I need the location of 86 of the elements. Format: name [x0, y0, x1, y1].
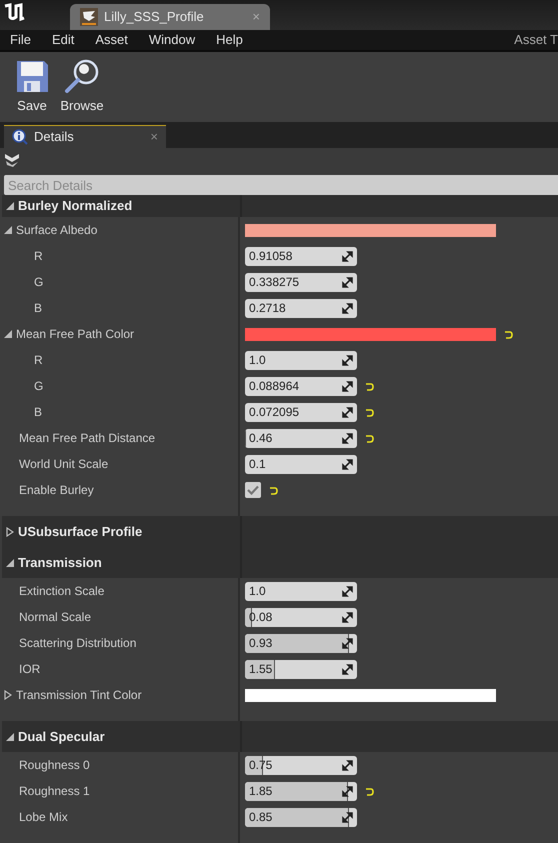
number-field[interactable]: 1.0 [245, 582, 357, 600]
drag-arrows-icon [342, 638, 353, 648]
property-label: G [34, 378, 44, 395]
drag-arrows-icon [342, 458, 353, 470]
property-label: R [34, 352, 43, 369]
number-field[interactable]: 0.91058 [245, 246, 357, 266]
asset-icon [80, 8, 98, 26]
property-label: World Unit Scale [19, 456, 108, 473]
checkbox[interactable] [245, 482, 261, 498]
details-tab[interactable]: Details × [4, 125, 166, 148]
drag-arrows-icon [342, 664, 353, 674]
section-title[interactable]: Dual Specular [18, 726, 105, 746]
property-label: Mean Free Path Distance [19, 430, 156, 447]
reset-icon[interactable] [504, 330, 513, 338]
search-field[interactable]: Search Details [4, 175, 558, 195]
menu-item[interactable]: Window [148, 30, 196, 50]
color-swatch[interactable] [245, 328, 496, 340]
property-label: G [34, 274, 44, 291]
document-tab[interactable]: Lilly_SSS_Profile × [70, 4, 270, 30]
expanded-arrow-icon[interactable] [4, 226, 12, 234]
number-field[interactable]: 0.072095 [245, 402, 357, 422]
number-field[interactable]: 0.088964 [245, 376, 357, 396]
collapsed-arrow-icon[interactable] [6, 526, 14, 536]
drag-arrows-icon [342, 612, 353, 622]
property-label: Normal Scale [19, 609, 92, 626]
save-button[interactable]: Save [10, 58, 54, 116]
drag-arrows-icon [342, 786, 353, 796]
drag-arrows-icon [342, 432, 353, 444]
number-field[interactable]: 0.2718 [245, 298, 357, 318]
expanded-arrow-icon[interactable] [4, 330, 12, 338]
property-label: Extinction Scale [19, 583, 104, 600]
expanded-arrow-icon[interactable] [6, 558, 14, 566]
number-field[interactable]: 0.338275 [245, 272, 357, 292]
number-field[interactable]: 0.85 [245, 808, 357, 826]
filter-icon[interactable] [4, 152, 20, 168]
color-swatch[interactable] [245, 688, 496, 702]
reset-icon[interactable] [269, 486, 278, 494]
drag-arrows-icon [342, 406, 353, 418]
property-label: Roughness 0 [19, 757, 90, 774]
drag-arrows-icon [342, 380, 353, 392]
property-label: B [34, 300, 42, 317]
menu-item[interactable]: Asset [95, 30, 128, 50]
property-label: Surface Albedo [16, 222, 98, 239]
color-swatch[interactable] [245, 224, 496, 236]
number-field[interactable]: 0.46 [245, 428, 357, 448]
property-label: R [34, 248, 43, 265]
drag-arrows-icon [342, 250, 353, 262]
tab-title: Details [34, 128, 75, 146]
info-magnifier-icon [12, 129, 28, 145]
drag-arrows-icon [342, 302, 353, 314]
expanded-arrow-icon[interactable] [6, 732, 14, 740]
section-title[interactable]: USubsurface Profile [18, 522, 142, 542]
expanded-arrow-icon[interactable] [6, 202, 14, 210]
tab-title: Lilly_SSS_Profile [104, 8, 205, 26]
number-field[interactable]: 1.55 [245, 660, 357, 678]
property-label: Lobe Mix [19, 809, 68, 826]
menu-item[interactable]: Edit [52, 30, 74, 50]
drag-arrows-icon [342, 760, 353, 770]
property-label: B [34, 404, 42, 421]
drag-arrows-icon [342, 812, 353, 822]
number-field[interactable]: 0.1 [245, 454, 357, 474]
collapsed-arrow-icon[interactable] [4, 690, 12, 700]
drag-arrows-icon [342, 276, 353, 288]
asset-type-label: Asset T [514, 31, 558, 50]
checkmark-icon [247, 485, 259, 495]
property-label: Mean Free Path Color [16, 326, 134, 343]
number-field[interactable]: 0.93 [245, 634, 357, 652]
browse-button[interactable]: Browse [60, 58, 104, 116]
reset-icon[interactable] [365, 786, 374, 796]
section-title[interactable]: Transmission [18, 552, 102, 572]
drag-arrows-icon [342, 354, 353, 366]
menu-item[interactable]: File [10, 30, 31, 50]
property-label: Roughness 1 [19, 783, 90, 800]
reset-icon[interactable] [365, 434, 374, 442]
menu-item[interactable]: Help [216, 30, 243, 50]
reset-icon[interactable] [365, 382, 374, 390]
reset-icon[interactable] [365, 408, 374, 416]
magnifier-icon [63, 58, 101, 94]
number-field[interactable]: 1.0 [245, 350, 357, 370]
property-label: Scattering Distribution [19, 635, 136, 652]
property-label: Transmission Tint Color [16, 687, 142, 704]
number-field[interactable]: 1.85 [245, 782, 357, 800]
drag-arrows-icon [342, 586, 353, 596]
property-label: IOR [19, 661, 40, 678]
section-title[interactable]: Burley Normalized [18, 196, 132, 216]
property-label: Enable Burley [19, 482, 94, 499]
